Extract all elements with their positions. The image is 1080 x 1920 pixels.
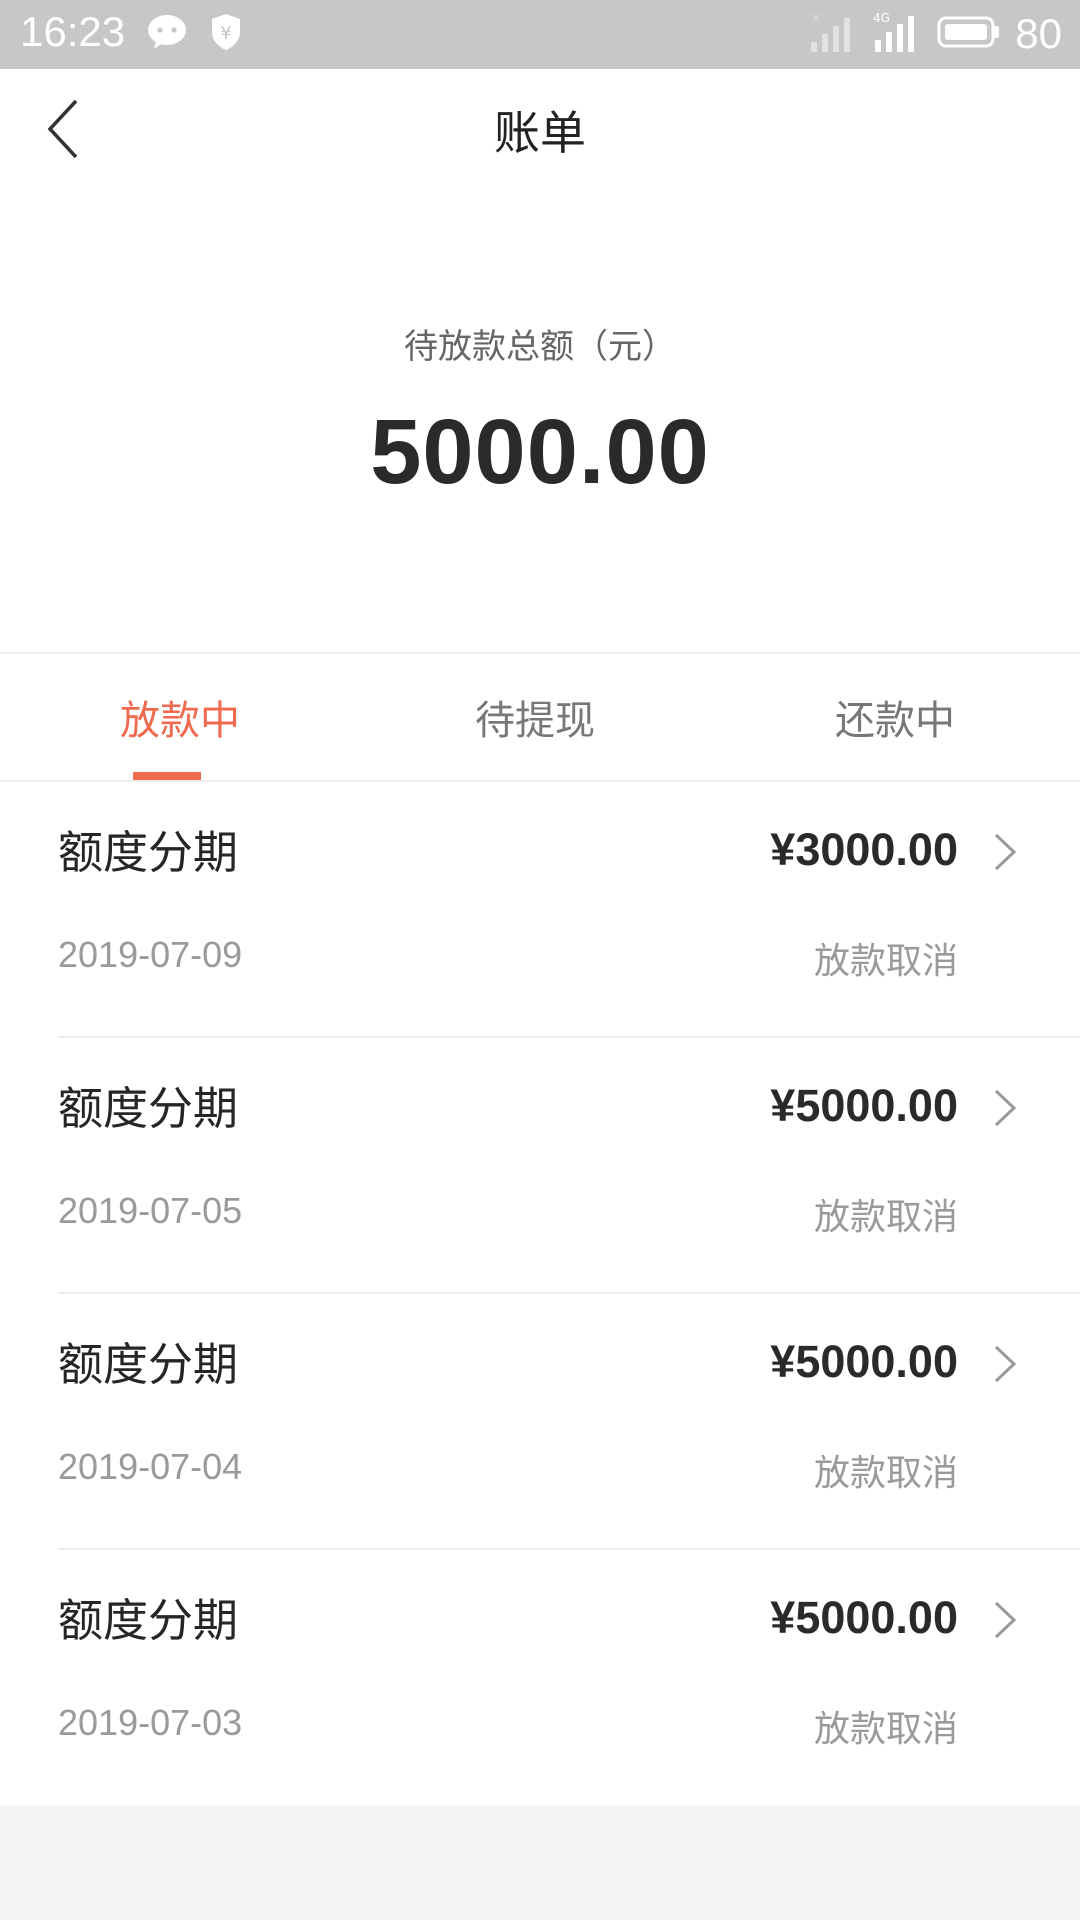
- tab-repaying[interactable]: 还款中: [715, 654, 1075, 780]
- list-item[interactable]: 额度分期 ¥5000.00 2019-07-04 放款取消: [0, 1294, 1080, 1550]
- tab-lending[interactable]: 放款中: [0, 654, 360, 780]
- nav-bar: 账单: [0, 69, 1080, 189]
- list-item[interactable]: 额度分期 ¥5000.00 2019-07-03 放款取消: [0, 1550, 1080, 1806]
- battery-level: 80: [1015, 10, 1062, 57]
- summary-section: 待放款总额（元） 5000.00: [0, 319, 1080, 505]
- svg-text:×: ×: [811, 11, 821, 25]
- bill-status: 放款取消: [813, 1709, 958, 1750]
- bill-status: 放款取消: [813, 1197, 958, 1238]
- tab-indicator: [133, 772, 201, 780]
- status-bar: 16:23 ¥ × 4G 80: [0, 0, 1080, 69]
- bill-title: 额度分期: [58, 1594, 239, 1647]
- list-item[interactable]: 额度分期 ¥5000.00 2019-07-05 放款取消: [0, 1038, 1080, 1294]
- summary-amount: 5000.00: [370, 401, 710, 503]
- chat-bubble-icon: [146, 13, 188, 55]
- bill-title: 额度分期: [58, 1082, 239, 1135]
- chevron-right-icon: [990, 1088, 1020, 1128]
- svg-text:¥: ¥: [220, 23, 231, 44]
- list-item[interactable]: 额度分期 ¥3000.00 2019-07-09 放款取消: [0, 782, 1080, 1038]
- chevron-right-icon: [990, 1344, 1020, 1384]
- bill-status: 放款取消: [813, 1453, 958, 1494]
- page-title: 账单: [494, 106, 586, 160]
- bill-date: 2019-07-04: [58, 1446, 243, 1487]
- bill-amount: ¥5000.00: [770, 1592, 958, 1643]
- bill-date: 2019-07-05: [58, 1190, 243, 1231]
- bill-date: 2019-07-03: [58, 1702, 243, 1743]
- bill-amount: ¥3000.00: [770, 824, 958, 875]
- bill-status: 放款取消: [813, 941, 958, 982]
- shield-yen-icon: ¥: [210, 12, 242, 56]
- bill-page: 账单 待放款总额（元） 5000.00 放款中 待提现 还款中 额度分期 ¥30…: [0, 69, 1080, 1805]
- bill-amount: ¥5000.00: [770, 1080, 958, 1131]
- tab-bar: 放款中 待提现 还款中: [0, 654, 1080, 780]
- chevron-right-icon: [990, 1600, 1020, 1640]
- bill-title: 额度分期: [58, 1338, 239, 1391]
- signal-no-sim-icon: ×: [807, 10, 857, 58]
- bill-date: 2019-07-09: [58, 934, 243, 975]
- tab-pending-withdrawal[interactable]: 待提现: [355, 654, 715, 780]
- signal-4g-icon: 4G: [871, 10, 923, 58]
- bill-amount: ¥5000.00: [770, 1336, 958, 1387]
- status-time: 16:23: [20, 8, 126, 55]
- summary-label: 待放款总额（元）: [404, 327, 676, 367]
- chevron-right-icon: [990, 832, 1020, 872]
- bill-title: 额度分期: [58, 826, 239, 879]
- svg-text:4G: 4G: [873, 11, 890, 25]
- bill-list: 额度分期 ¥3000.00 2019-07-09 放款取消 额度分期 ¥5000…: [0, 782, 1080, 1806]
- battery-icon: [937, 14, 1001, 54]
